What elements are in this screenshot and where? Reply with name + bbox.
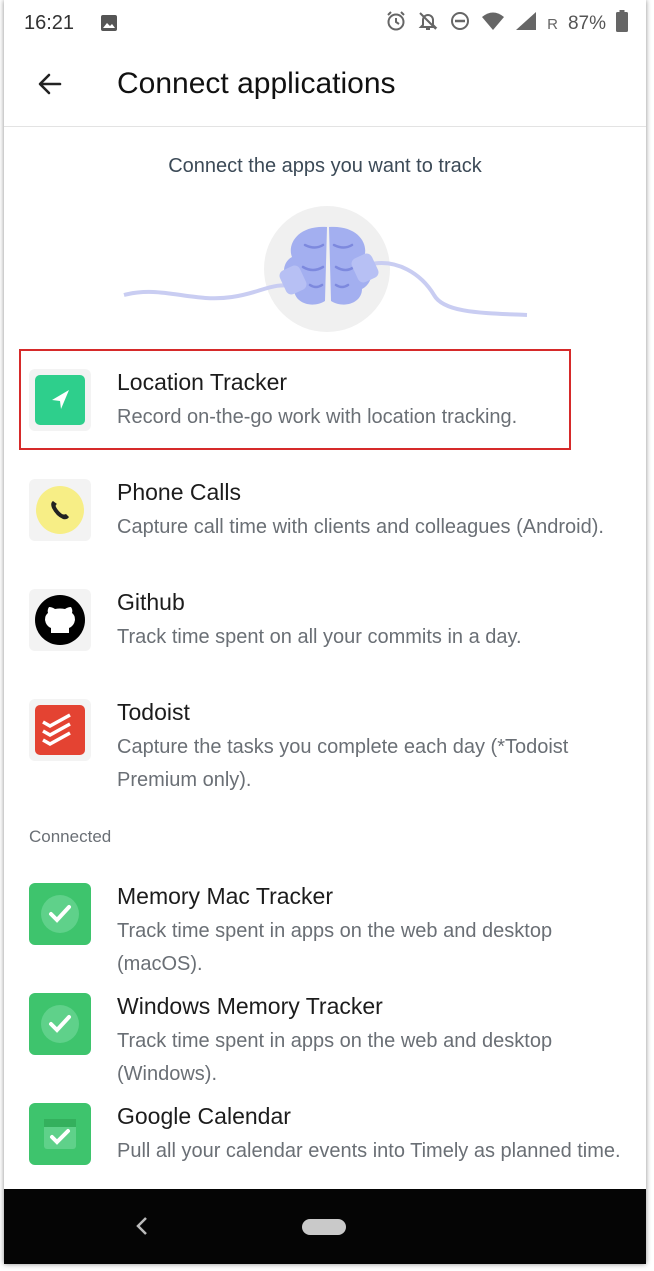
signal-icon — [515, 11, 537, 37]
app-description: Capture call time with clients and colle… — [117, 516, 604, 538]
highlight-box — [19, 349, 571, 450]
status-time: 16:21 — [24, 12, 75, 34]
wifi-icon — [481, 11, 505, 37]
phone-screen: 16:21 R 87% Connect applications Connect… — [4, 0, 646, 1264]
memory-check-icon — [29, 993, 91, 1055]
todoist-icon — [29, 699, 91, 761]
app-description: Record on-the-go work with location trac… — [117, 406, 518, 428]
app-name: Google Calendar — [117, 1103, 291, 1129]
app-name: Location Tracker — [117, 369, 288, 395]
battery-icon — [616, 10, 628, 38]
home-pill-button[interactable] — [302, 1219, 346, 1235]
app-description: Capture the tasks you complete each day … — [117, 736, 569, 791]
location-arrow-icon — [29, 369, 91, 431]
app-name: Memory Mac Tracker — [117, 883, 333, 909]
carrier-mark: R — [547, 15, 558, 33]
app-description: Track time spent on all your commits in … — [117, 626, 522, 648]
connected-section-label: Connected — [29, 827, 112, 846]
app-name: Todoist — [117, 699, 190, 725]
app-name: Windows Memory Tracker — [117, 993, 383, 1019]
app-description: Pull all your calendar events into Timel… — [117, 1140, 621, 1162]
image-icon — [100, 14, 118, 38]
alarm-icon — [385, 10, 407, 38]
do-not-disturb-icon — [449, 10, 471, 38]
connect-apps-list[interactable]: Connect the apps you want to track Locat… — [4, 127, 646, 1189]
phone-icon — [29, 479, 91, 541]
battery-percent: 87% — [567, 13, 606, 34]
app-description: Track time spent in apps on the web and … — [117, 920, 553, 975]
app-name: Phone Calls — [117, 479, 242, 505]
memory-check-icon — [29, 883, 91, 945]
page-title: Connect applications — [117, 67, 396, 100]
system-nav-bar — [4, 1189, 646, 1264]
github-icon — [29, 589, 91, 651]
app-description: Track time spent in apps on the web and … — [117, 1030, 553, 1085]
status-bar: 16:21 R 87% — [4, 0, 646, 48]
arrow-back-icon[interactable] — [34, 68, 66, 100]
notifications-off-icon — [417, 10, 439, 38]
app-name: Github — [117, 589, 185, 615]
calendar-check-icon — [29, 1103, 91, 1165]
intro-subtitle: Connect the apps you want to track — [168, 155, 482, 177]
app-bar: Connect applications — [4, 48, 646, 127]
nav-back-icon[interactable] — [132, 1215, 152, 1242]
brain-illustration — [122, 205, 532, 340]
